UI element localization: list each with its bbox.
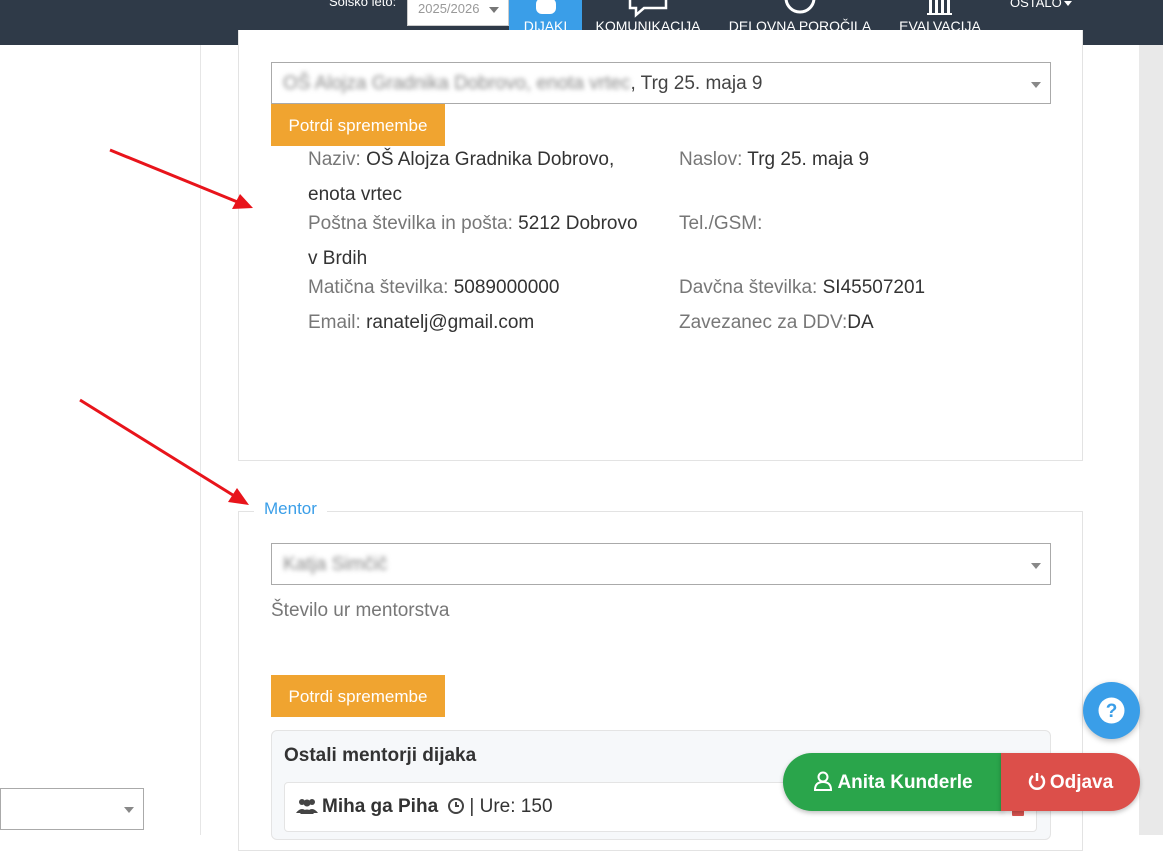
annotation-arrows [79,148,253,505]
arrow-line-1 [109,148,241,205]
arrow-head-2 [228,488,249,505]
arrow-line-2 [79,398,237,499]
